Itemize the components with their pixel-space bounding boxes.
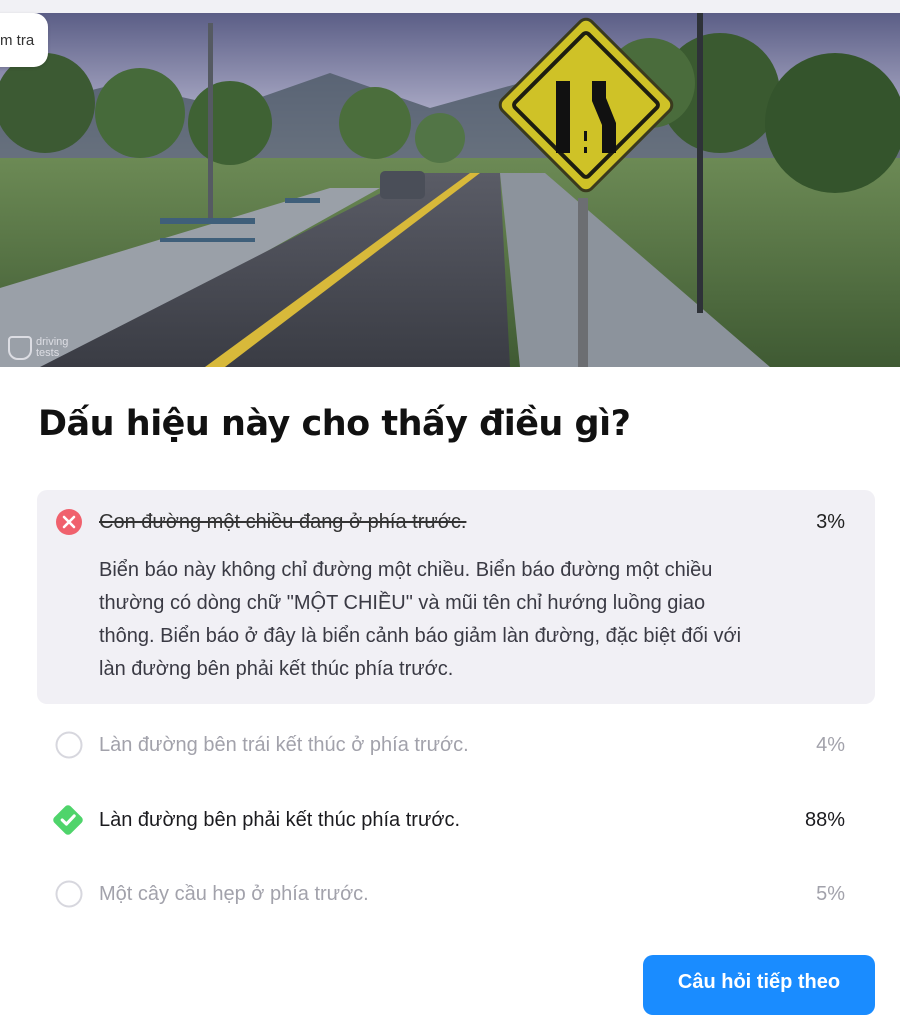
empty-circle-icon — [55, 880, 83, 908]
explanation-line: thường có dòng chữ "MỘT CHIỀU" và mũi tê… — [99, 592, 706, 614]
answer-option-4[interactable]: Một cây cầu hẹp ở phía trước. 5% — [37, 880, 875, 908]
answer-percent: 5% — [816, 883, 845, 905]
question-image: driving tests — [0, 13, 900, 367]
watermark-text-2: tests — [36, 347, 60, 359]
question-title: Dấu hiệu này cho thấy điều gì? — [38, 404, 631, 444]
answer-option-1[interactable]: Con đường một chiều đang ở phía trước. 3… — [37, 490, 875, 704]
explanation-line: làn đường bên phải kết thúc phía trước. — [99, 658, 454, 680]
mode-tab-pill[interactable]: m tra — [0, 13, 49, 67]
explanation-line: thông. Biển báo ở đây là biển cảnh báo g… — [99, 625, 742, 647]
mode-tab-label: m tra — [0, 31, 35, 49]
answer-option-2[interactable]: Làn đường bên trái kết thúc ở phía trước… — [37, 731, 875, 759]
watermark-logo: driving tests — [8, 336, 68, 360]
explanation-line: Biển báo này không chỉ đường một chiều. … — [99, 559, 713, 581]
next-question-button[interactable]: Câu hỏi tiếp theo — [643, 955, 875, 1015]
answer-percent: 3% — [816, 511, 845, 533]
check-diamond-icon — [53, 805, 83, 835]
top-strip — [0, 0, 900, 13]
answer-percent: 4% — [816, 734, 845, 756]
answer-option-label: Một cây cầu hẹp ở phía trước. — [99, 883, 369, 905]
empty-circle-icon — [55, 731, 83, 759]
answer-option-3[interactable]: Làn đường bên phải kết thúc phía trước. … — [37, 805, 875, 835]
x-circle-icon — [56, 509, 82, 535]
answer-option-label: Con đường một chiều đang ở phía trước. — [99, 511, 467, 533]
answer-option-label: Làn đường bên trái kết thúc ở phía trước… — [99, 734, 469, 756]
driving-tests-logo-icon — [8, 336, 32, 360]
answer-option-label: Làn đường bên phải kết thúc phía trước. — [99, 809, 461, 831]
answer-explanation: Biển báo này không chỉ đường một chiều. … — [99, 554, 845, 686]
answer-percent: 88% — [804, 809, 845, 831]
